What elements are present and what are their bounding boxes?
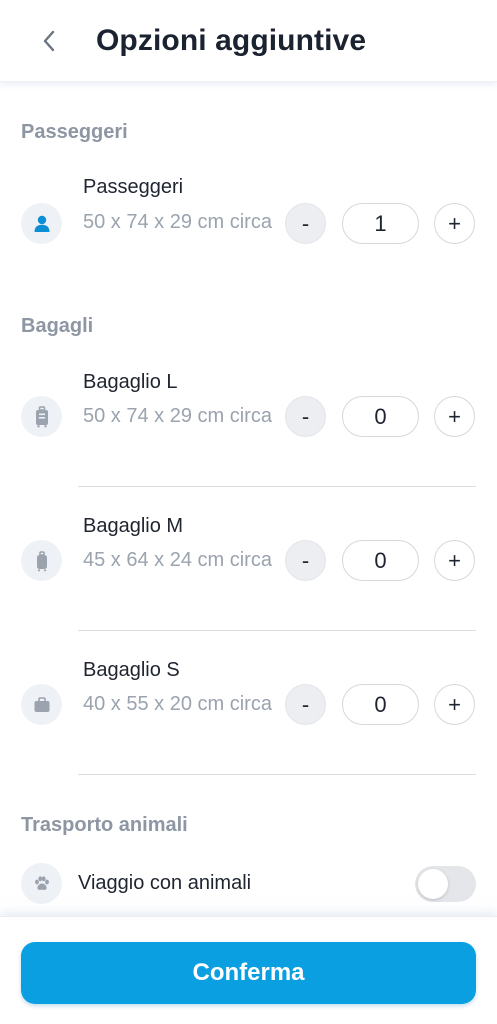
luggage-m-increase-button[interactable]: + — [434, 540, 475, 581]
luggage-l-quantity: 0 — [342, 396, 419, 437]
toggle-knob — [418, 869, 448, 899]
back-button[interactable] — [34, 24, 64, 58]
section-title-pets: Trasporto animali — [21, 814, 188, 836]
luggage-name-l: Bagaglio L — [83, 371, 178, 393]
pets-row: Viaggio con animali — [0, 862, 497, 906]
luggage-name-m: Bagaglio M — [83, 515, 184, 537]
paw-icon — [21, 863, 62, 904]
luggage-row-m: Bagaglio M 45 x 64 x 24 cm circa - 0 + — [0, 508, 497, 632]
luggage-m-decrease-button[interactable]: - — [285, 540, 326, 581]
app-header: Opzioni aggiuntive — [0, 0, 497, 82]
luggage-l-increase-button[interactable]: + — [434, 396, 475, 437]
luggage-dims-m: 45 x 64 x 24 cm circa — [83, 549, 272, 571]
luggage-s-decrease-button[interactable]: - — [285, 684, 326, 725]
footer-bar: Conferma — [0, 916, 497, 1024]
options-content: Passeggeri Passeggeri 50 x 74 x 29 cm ci… — [0, 84, 497, 916]
page-title: Opzioni aggiuntive — [96, 24, 367, 57]
large-suitcase-icon — [21, 396, 62, 437]
luggage-s-increase-button[interactable]: + — [434, 684, 475, 725]
luggage-m-quantity: 0 — [342, 540, 419, 581]
chevron-left-icon — [43, 30, 55, 52]
small-bag-icon — [21, 684, 62, 725]
luggage-name-s: Bagaglio S — [83, 659, 180, 681]
luggage-s-quantity: 0 — [342, 684, 419, 725]
medium-suitcase-icon — [21, 540, 62, 581]
luggage-row-s: Bagaglio S 40 x 55 x 20 cm circa - 0 + — [0, 652, 497, 776]
divider — [78, 486, 476, 487]
luggage-l-decrease-button[interactable]: - — [285, 396, 326, 437]
passenger-decrease-button[interactable]: - — [285, 203, 326, 244]
passenger-quantity: 1 — [342, 203, 419, 244]
luggage-dims-s: 40 x 55 x 20 cm circa — [83, 693, 272, 715]
passenger-increase-button[interactable]: + — [434, 203, 475, 244]
pets-label: Viaggio con animali — [78, 872, 252, 894]
section-title-luggage: Bagagli — [21, 315, 94, 337]
pets-toggle[interactable] — [415, 866, 476, 902]
section-title-passengers: Passeggeri — [21, 121, 128, 143]
passenger-row: Passeggeri 50 x 74 x 29 cm circa - 1 + — [0, 170, 497, 280]
confirm-button[interactable]: Conferma — [21, 942, 476, 1004]
luggage-dims-l: 50 x 74 x 29 cm circa — [83, 405, 272, 427]
passenger-dims: 50 x 74 x 29 cm circa — [83, 211, 272, 233]
divider — [78, 774, 476, 775]
luggage-row-l: Bagaglio L 50 x 74 x 29 cm circa - 0 + — [0, 364, 497, 488]
divider — [78, 630, 476, 631]
person-icon — [21, 203, 62, 244]
passenger-name: Passeggeri — [83, 176, 184, 198]
